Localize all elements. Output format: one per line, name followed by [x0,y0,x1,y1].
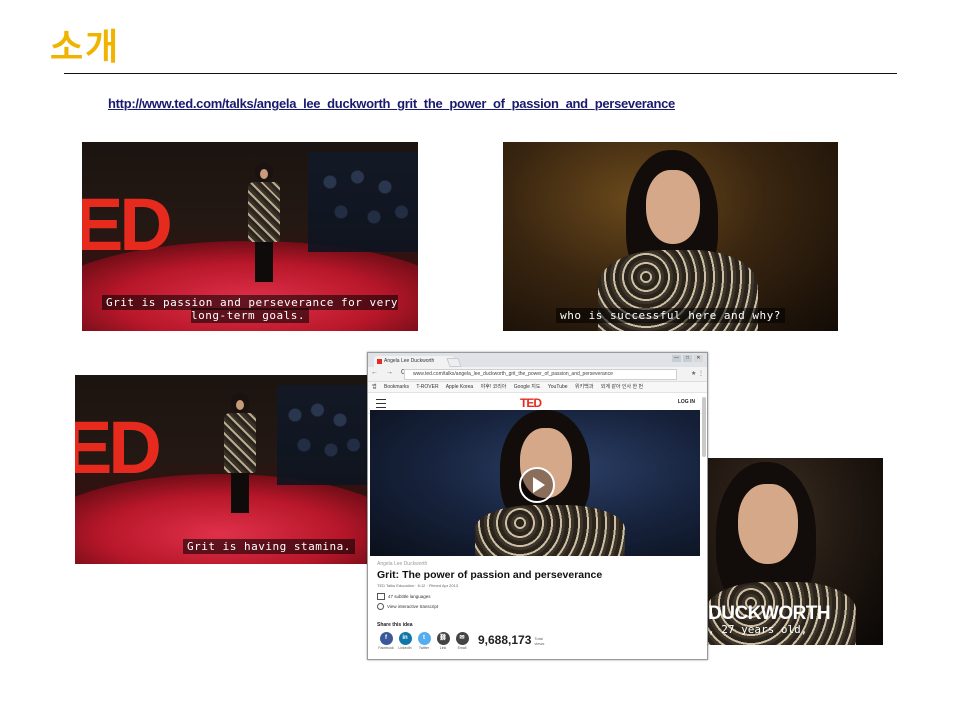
video-frame-stage: ED Grit is having stamina. [75,375,367,564]
ted-talk-link[interactable]: http://www.ted.com/talks/angela_lee_duck… [108,96,675,111]
share-row: f Facebook in LinkedIn t Twitter ⛓ Link ✉ Ema… [377,632,697,650]
link-icon: ⛓ [436,632,450,645]
share-linkedin-button[interactable]: in LinkedIn [396,632,414,650]
menu-icon[interactable] [376,399,386,408]
ted-stage-letters: ED [75,406,162,489]
subtitle-languages-link[interactable]: 47 subtitle languages [377,593,697,600]
close-window-button[interactable]: ✕ [694,355,703,362]
minimize-button[interactable]: — [672,355,681,362]
bookmark-item[interactable]: Bookmarks [384,384,409,390]
browser-window: Angela Lee Duckworth — □ ✕ ← → C www.ted… [367,352,708,660]
bookmark-item[interactable]: 외계 같아 인사 한 번 [601,384,643,390]
window-controls: — □ ✕ [672,355,703,362]
video-frame-closeup: who is successful here and why? [503,142,838,331]
ted-favicon-icon [377,359,382,364]
twitter-icon: t [417,632,431,645]
audience [277,385,367,485]
maximize-button[interactable]: □ [683,355,692,362]
video-player[interactable] [370,410,700,556]
caption-subtitle: Grit is passion and perseverance for ver… [82,295,418,323]
lower-third-name: DUCKWORTH [708,603,831,624]
bookmark-item[interactable]: 야후! 코리아 [481,384,507,390]
play-icon[interactable] [519,467,555,503]
video-frame-closeup-lower-third: DUCKWORTH , 27 years old, [706,458,883,645]
transcript-link[interactable]: View interactive transcript [377,603,697,610]
share-facebook-button[interactable]: f Facebook [377,632,395,650]
login-link[interactable]: LOG IN [678,399,695,405]
view-count: 9,688,173 [478,633,532,647]
extensions-icon[interactable]: ★ ⋮ [691,370,704,377]
share-email-button[interactable]: ✉ Email [453,632,471,650]
browser-tab[interactable]: Angela Lee Duckworth [374,356,454,367]
video-frame-stage-wide: ED Grit is passion and perseverance for … [82,142,418,331]
bookmark-item[interactable]: 앱 [372,384,377,390]
speaker-name[interactable]: Angela Lee Duckworth [377,561,697,567]
email-icon: ✉ [455,632,469,645]
share-twitter-button[interactable]: t Twitter [415,632,433,650]
bookmark-item[interactable]: T-ROVER [416,384,438,390]
title-divider [64,73,897,74]
ted-logo[interactable]: TED [520,396,542,410]
bookmarks-bar: 앱 Bookmarks T-ROVER Apple Korea 야후! 코리아 … [368,382,707,393]
url-field[interactable]: www.ted.com/talks/angela_lee_duckworth_g… [404,369,677,380]
address-bar-row: ← → C www.ted.com/talks/angela_lee_duckw… [368,367,707,382]
caption-subtitle: Grit is having stamina. [183,539,367,554]
lower-third-subtitle: , 27 years old, [708,623,808,636]
new-tab-button[interactable] [446,358,462,367]
facebook-icon: f [379,632,393,645]
talk-details: Angela Lee Duckworth Grit: The power of … [377,561,697,650]
speaker-figure [220,393,260,513]
linkedin-icon: in [398,632,412,645]
talk-title: Grit: The power of passion and persevera… [377,569,603,581]
speaker-figure [244,162,284,282]
speaker-portrait [598,150,758,331]
talk-metadata: TED Talks Education · 6:12 · Filmed Apr … [377,583,459,588]
bookmark-item[interactable]: Google 지도 [514,384,541,390]
slide-title: 소개 [50,27,121,68]
caption-subtitle: who is successful here and why? [503,308,838,323]
audience [308,152,418,252]
bookmark-item[interactable]: YouTube [548,384,568,390]
tab-strip: Angela Lee Duckworth — □ ✕ [368,353,707,367]
share-heading: Share this idea [377,622,413,628]
subtitles-icon [377,593,385,600]
share-link-button[interactable]: ⛓ Link [434,632,452,650]
ted-stage-letters: ED [82,183,173,266]
view-count-label: Total views [534,636,545,646]
transcript-icon [377,603,384,610]
bookmark-item[interactable]: 위키백과 [575,384,593,390]
bookmark-item[interactable]: Apple Korea [446,384,474,390]
scrollbar[interactable] [702,397,706,457]
